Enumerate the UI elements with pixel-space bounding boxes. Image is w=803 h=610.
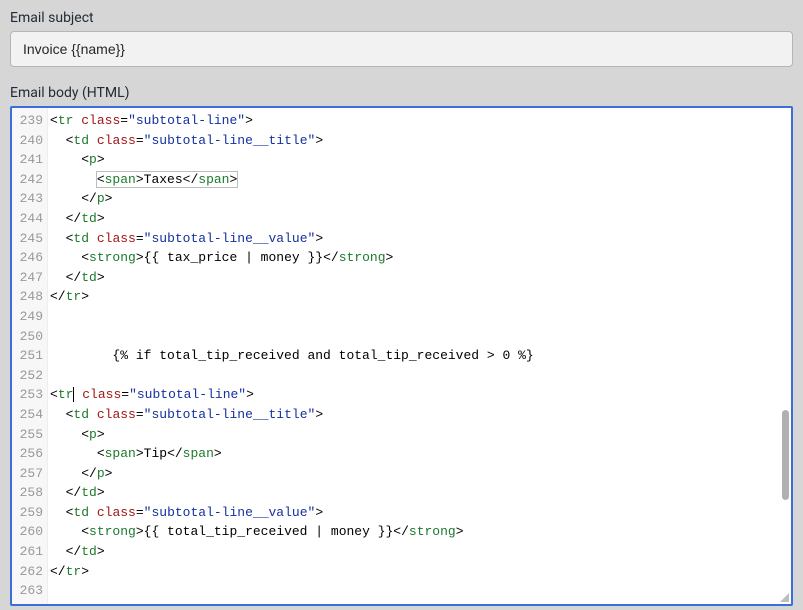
subject-input[interactable] bbox=[10, 31, 793, 67]
form-container: Email subject Email body (HTML) 239 240 … bbox=[0, 0, 803, 606]
code-area[interactable]: <tr class="subtotal-line"> <td class="su… bbox=[48, 108, 791, 604]
subject-label: Email subject bbox=[10, 10, 793, 26]
scrollbar-thumb[interactable] bbox=[782, 410, 789, 500]
code-editor[interactable]: 239 240 241 242 243 244 245 246 247 248 … bbox=[10, 106, 793, 606]
line-gutter: 239 240 241 242 243 244 245 246 247 248 … bbox=[12, 108, 48, 604]
scrollbar-track[interactable] bbox=[777, 110, 789, 592]
resize-handle[interactable] bbox=[780, 593, 789, 602]
body-label: Email body (HTML) bbox=[10, 85, 793, 101]
